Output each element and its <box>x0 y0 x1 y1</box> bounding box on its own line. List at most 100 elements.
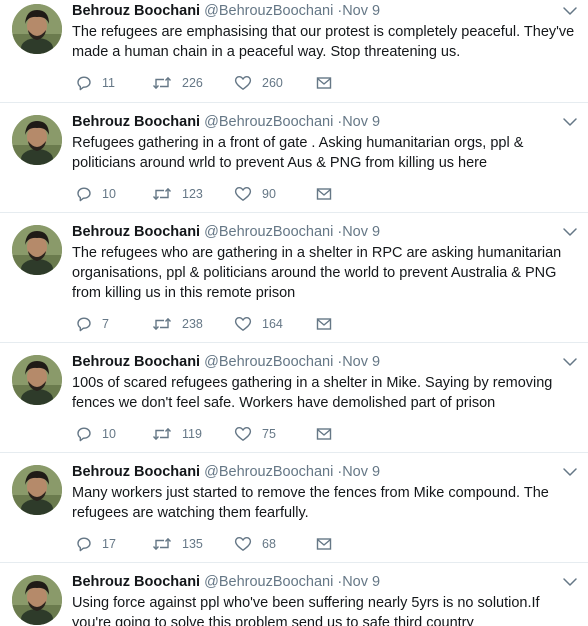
chevron-down-icon[interactable] <box>562 226 578 238</box>
like-count: 90 <box>262 187 276 201</box>
avatar[interactable] <box>12 115 62 165</box>
tweet-text: Refugees gathering in a front of gate . … <box>72 135 524 171</box>
reply-icon <box>77 427 91 442</box>
tweet-date[interactable]: Nov 9 <box>342 114 380 130</box>
tweet-header: Behrouz Boochani @BehrouzBoochani ·Nov 9 <box>72 353 380 371</box>
tweet-actions: 10 123 90 <box>72 184 372 204</box>
heart-icon <box>234 76 252 90</box>
tweet-actions: 17 135 68 <box>72 534 372 554</box>
like-button[interactable]: 260 <box>234 73 283 93</box>
retweet-icon <box>152 318 172 330</box>
direct-message-button[interactable] <box>316 424 342 444</box>
tweet-date[interactable]: Nov 9 <box>342 464 380 480</box>
chevron-down-icon[interactable] <box>562 466 578 478</box>
chevron-down-icon[interactable] <box>562 116 578 128</box>
reply-count: 17 <box>102 537 116 551</box>
retweet-count: 226 <box>182 76 203 90</box>
like-count: 260 <box>262 76 283 90</box>
retweet-icon <box>152 428 172 440</box>
retweet-button[interactable]: 226 <box>152 73 203 93</box>
tweet-header: Behrouz Boochani @BehrouzBoochani ·Nov 9 <box>72 223 380 241</box>
chevron-down-icon[interactable] <box>562 356 578 368</box>
retweet-icon <box>152 77 172 89</box>
author-name[interactable]: Behrouz Boochani <box>72 464 200 480</box>
tweet-text: The refugees who are gathering in a shel… <box>72 245 562 301</box>
retweet-button[interactable]: 123 <box>152 184 203 204</box>
reply-count: 7 <box>102 317 109 331</box>
heart-icon <box>234 537 252 551</box>
tweet-actions: 11 226 260 <box>72 73 372 93</box>
retweet-icon <box>152 538 172 550</box>
like-count: 68 <box>262 537 276 551</box>
retweet-button[interactable]: 135 <box>152 534 203 554</box>
like-button[interactable]: 90 <box>234 184 276 204</box>
author-handle[interactable]: @BehrouzBoochani <box>204 464 333 480</box>
reply-icon <box>77 187 91 202</box>
tweet-date[interactable]: Nov 9 <box>342 354 380 370</box>
chevron-down-icon[interactable] <box>562 5 578 17</box>
tweet-text: 100s of scared refugees gathering in a s… <box>72 375 553 411</box>
like-button[interactable]: 75 <box>234 424 276 444</box>
author-handle[interactable]: @BehrouzBoochani <box>204 224 333 240</box>
author-name[interactable]: Behrouz Boochani <box>72 574 200 590</box>
avatar[interactable] <box>12 465 62 515</box>
heart-icon <box>234 427 252 441</box>
reply-icon <box>77 317 91 332</box>
tweet-text: Using force against ppl who've been suff… <box>72 595 540 626</box>
retweet-button[interactable]: 238 <box>152 314 203 334</box>
message-icon <box>316 318 332 330</box>
direct-message-button[interactable] <box>316 73 342 93</box>
retweet-button[interactable]: 119 <box>152 424 202 444</box>
tweet-header: Behrouz Boochani @BehrouzBoochani ·Nov 9 <box>72 113 380 131</box>
tweet-actions: 7 238 164 <box>72 314 372 334</box>
tweet-date[interactable]: Nov 9 <box>342 574 380 590</box>
tweet-header: Behrouz Boochani @BehrouzBoochani ·Nov 9 <box>72 2 380 20</box>
tweet[interactable]: Behrouz Boochani @BehrouzBoochani ·Nov 9… <box>0 562 588 626</box>
tweet-header: Behrouz Boochani @BehrouzBoochani ·Nov 9 <box>72 573 380 591</box>
message-icon <box>316 538 332 550</box>
author-handle[interactable]: @BehrouzBoochani <box>204 354 333 370</box>
heart-icon <box>234 317 252 331</box>
avatar[interactable] <box>12 225 62 275</box>
author-name[interactable]: Behrouz Boochani <box>72 354 200 370</box>
author-name[interactable]: Behrouz Boochani <box>72 114 200 130</box>
direct-message-button[interactable] <box>316 184 342 204</box>
tweet-text: Many workers just started to remove the … <box>72 485 549 521</box>
author-name[interactable]: Behrouz Boochani <box>72 3 200 19</box>
like-button[interactable]: 164 <box>234 314 283 334</box>
author-name[interactable]: Behrouz Boochani <box>72 224 200 240</box>
like-count: 75 <box>262 427 276 441</box>
tweet-date[interactable]: Nov 9 <box>342 3 380 19</box>
message-icon <box>316 428 332 440</box>
reply-button[interactable]: 17 <box>76 534 116 554</box>
retweet-icon <box>152 188 172 200</box>
author-handle[interactable]: @BehrouzBoochani <box>204 574 333 590</box>
reply-button[interactable]: 7 <box>76 314 109 334</box>
tweet[interactable]: Behrouz Boochani @BehrouzBoochani ·Nov 9… <box>0 212 588 342</box>
reply-button[interactable]: 10 <box>76 424 116 444</box>
chevron-down-icon[interactable] <box>562 576 578 588</box>
like-button[interactable]: 68 <box>234 534 276 554</box>
tweet[interactable]: Behrouz Boochani @BehrouzBoochani ·Nov 9… <box>0 342 588 452</box>
tweet-date[interactable]: Nov 9 <box>342 224 380 240</box>
author-handle[interactable]: @BehrouzBoochani <box>204 3 333 19</box>
avatar[interactable] <box>12 355 62 405</box>
reply-button[interactable]: 11 <box>76 73 115 93</box>
tweet-header: Behrouz Boochani @BehrouzBoochani ·Nov 9 <box>72 463 380 481</box>
reply-count: 10 <box>102 427 116 441</box>
avatar[interactable] <box>12 4 62 54</box>
reply-count: 11 <box>102 76 115 90</box>
avatar[interactable] <box>12 575 62 625</box>
tweet[interactable]: Behrouz Boochani @BehrouzBoochani ·Nov 9… <box>0 102 588 212</box>
tweet-actions: 10 119 75 <box>72 424 372 444</box>
tweet[interactable]: Behrouz Boochani @BehrouzBoochani ·Nov 9… <box>0 0 588 102</box>
author-handle[interactable]: @BehrouzBoochani <box>204 114 333 130</box>
direct-message-button[interactable] <box>316 534 342 554</box>
tweet-text: The refugees are emphasising that our pr… <box>72 24 575 60</box>
direct-message-button[interactable] <box>316 314 342 334</box>
heart-icon <box>234 187 252 201</box>
reply-button[interactable]: 10 <box>76 184 116 204</box>
retweet-count: 123 <box>182 187 203 201</box>
tweet[interactable]: Behrouz Boochani @BehrouzBoochani ·Nov 9… <box>0 452 588 562</box>
reply-count: 10 <box>102 187 116 201</box>
